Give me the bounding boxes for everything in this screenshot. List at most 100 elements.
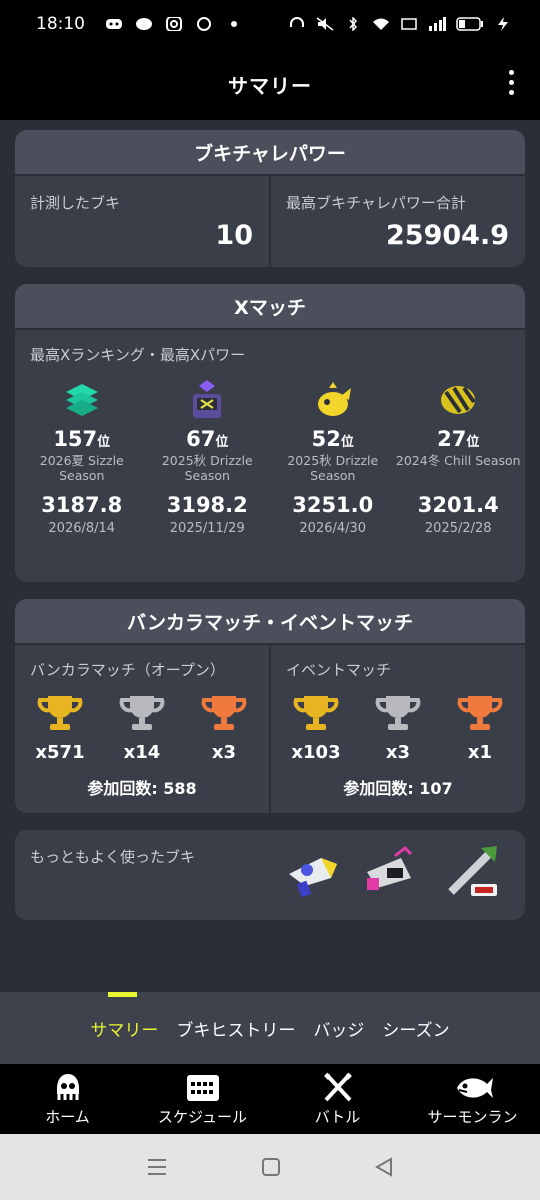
instagram-icon <box>166 17 182 31</box>
x-power: 3201.4 <box>417 493 499 517</box>
event-match-label: イベントマッチ <box>286 661 392 679</box>
bankara-open-trophies: x571 x14 x3 <box>15 694 269 763</box>
x-season: 2025秋 Drizzle Season <box>287 453 379 483</box>
x-power: 3187.8 <box>41 493 123 517</box>
measured-weapons-value: 10 <box>215 220 253 251</box>
battle-icon <box>323 1072 352 1101</box>
x-season: 2024冬 Chill Season <box>395 453 521 468</box>
gold-trophy-icon <box>293 696 339 730</box>
active-tab-indicator <box>108 992 137 997</box>
calendar-icon <box>186 1074 219 1101</box>
splat-zones-icon <box>65 384 98 416</box>
dot-icon <box>231 21 237 27</box>
nav-schedule[interactable]: スケジュール <box>135 1064 270 1134</box>
salmon-icon <box>456 1077 493 1098</box>
home-icon[interactable] <box>261 1157 281 1177</box>
recent-apps-icon[interactable] <box>146 1157 168 1177</box>
most-used-weapons-card: もっともよく使ったブキ <box>15 830 525 920</box>
x-match-subtitle: 最高Xランキング・最高Xパワー <box>30 346 246 364</box>
nav-battle[interactable]: バトル <box>270 1064 405 1134</box>
summary-content[interactable]: ブキチャレパワー 計測したブキ 10 最高ブキチャレパワー合計 25904.9 … <box>0 120 540 992</box>
x-mode-column: 27位 2024冬 Chill Season 3201.4 2025/2/28 <box>396 377 522 536</box>
bronze-trophy-icon <box>201 696 247 730</box>
x-power: 3198.2 <box>166 493 248 517</box>
trophy-count: x14 <box>123 742 161 763</box>
event-match-cell: イベントマッチ x103 x3 x1 参加回数: 107 <box>269 645 525 813</box>
x-season: 2025秋 Drizzle Season <box>161 453 253 483</box>
x-mode-column: 67位 2025秋 Drizzle Season 3198.2 2025/11/… <box>145 377 271 536</box>
x-match-card: Xマッチ 最高Xランキング・最高Xパワー 157位 2026夏 Sizzle S… <box>15 284 525 582</box>
rank-suffix: 位 <box>97 435 111 450</box>
trophy-count: x103 <box>291 742 341 763</box>
brush-weapon-icon <box>448 846 497 896</box>
charging-icon <box>498 17 508 31</box>
x-match-title: Xマッチ <box>15 284 525 330</box>
tab-weapon-history[interactable]: ブキヒストリー <box>176 1016 295 1041</box>
app-header: サマリー <box>0 48 540 120</box>
tower-control-icon <box>193 380 222 418</box>
bottom-nav: ホーム スケジュール バトル サーモンラン <box>0 1064 540 1134</box>
more-menu-icon[interactable] <box>509 70 514 95</box>
bankara-open-cell: バンカラマッチ（オープン） x571 x14 x3 参加回数: 588 <box>15 645 269 813</box>
x-rank: 27 <box>437 427 467 451</box>
line-icon <box>136 18 152 30</box>
wifi-icon <box>373 18 389 30</box>
system-nav-bar <box>0 1134 540 1200</box>
event-participation: 参加回数: 107 <box>343 779 453 798</box>
nav-label: バトル <box>314 1107 361 1126</box>
total-power-cell: 最高ブキチャレパワー合計 25904.9 <box>269 176 525 267</box>
x-power-date: 2026/4/30 <box>299 521 367 536</box>
tab-summary[interactable]: サマリー <box>90 1016 158 1041</box>
x-rank: 52 <box>311 427 341 451</box>
nav-label: サーモンラン <box>427 1107 518 1126</box>
most-used-weapons-label: もっともよく使ったブキ <box>30 848 196 866</box>
trophy-count: x1 <box>467 742 493 763</box>
bankara-participation: 参加回数: 588 <box>87 779 197 798</box>
clock: 18:10 <box>36 14 85 34</box>
bankara-open-label: バンカラマッチ（オープン） <box>30 661 225 679</box>
rank-suffix: 位 <box>215 435 229 450</box>
event-match-trophies: x103 x3 x1 <box>271 694 525 763</box>
tab-badges[interactable]: バッジ <box>313 1016 364 1041</box>
x-power: 3251.0 <box>292 493 374 517</box>
chat-icon <box>197 17 211 31</box>
bankara-event-title: バンカラマッチ・イベントマッチ <box>15 599 525 645</box>
trophy-count: x3 <box>385 742 411 763</box>
nav-salmon-run[interactable]: サーモンラン <box>405 1064 540 1134</box>
volte-icon <box>401 18 417 30</box>
x-rankings: 157位 2026夏 Sizzle Season 3187.8 2026/8/1… <box>15 377 525 536</box>
silver-trophy-icon <box>375 696 421 730</box>
headset-icon <box>290 17 304 27</box>
x-rank: 157 <box>53 427 98 451</box>
measured-weapons-cell: 計測したブキ 10 <box>15 176 269 267</box>
back-icon[interactable] <box>374 1157 394 1177</box>
x-rank: 67 <box>186 427 216 451</box>
discord-icon <box>106 19 122 29</box>
trophy-count: x571 <box>35 742 85 763</box>
rank-suffix: 位 <box>466 435 480 450</box>
bankara-event-card: バンカラマッチ・イベントマッチ バンカラマッチ（オープン） x571 x14 x… <box>15 599 525 813</box>
x-season: 2026夏 Sizzle Season <box>39 453 124 483</box>
trophy-count: x3 <box>211 742 237 763</box>
rainmaker-icon <box>317 382 351 416</box>
gold-trophy-icon <box>37 696 83 730</box>
x-power-date: 2025/2/28 <box>424 521 492 536</box>
mute-icon <box>316 17 334 31</box>
x-power-date: 2025/11/29 <box>169 521 245 536</box>
page-title: サマリー <box>228 73 312 98</box>
bronze-trophy-icon <box>457 696 503 730</box>
nav-home[interactable]: ホーム <box>0 1064 135 1134</box>
total-power-value: 25904.9 <box>386 220 509 251</box>
dualie-weapon-icon <box>367 845 413 890</box>
silver-trophy-icon <box>119 696 165 730</box>
battery-icon <box>456 17 483 31</box>
rank-suffix: 位 <box>340 435 354 450</box>
nav-label: ホーム <box>45 1107 90 1126</box>
bluetooth-icon <box>349 17 358 31</box>
nav-label: スケジュール <box>158 1107 247 1126</box>
blaster-weapon-icon <box>289 858 337 898</box>
tab-seasons[interactable]: シーズン <box>382 1016 449 1041</box>
signal-icon <box>429 17 446 31</box>
squid-home-icon <box>56 1073 79 1100</box>
x-mode-column: 157位 2026夏 Sizzle Season 3187.8 2026/8/1… <box>19 377 145 536</box>
